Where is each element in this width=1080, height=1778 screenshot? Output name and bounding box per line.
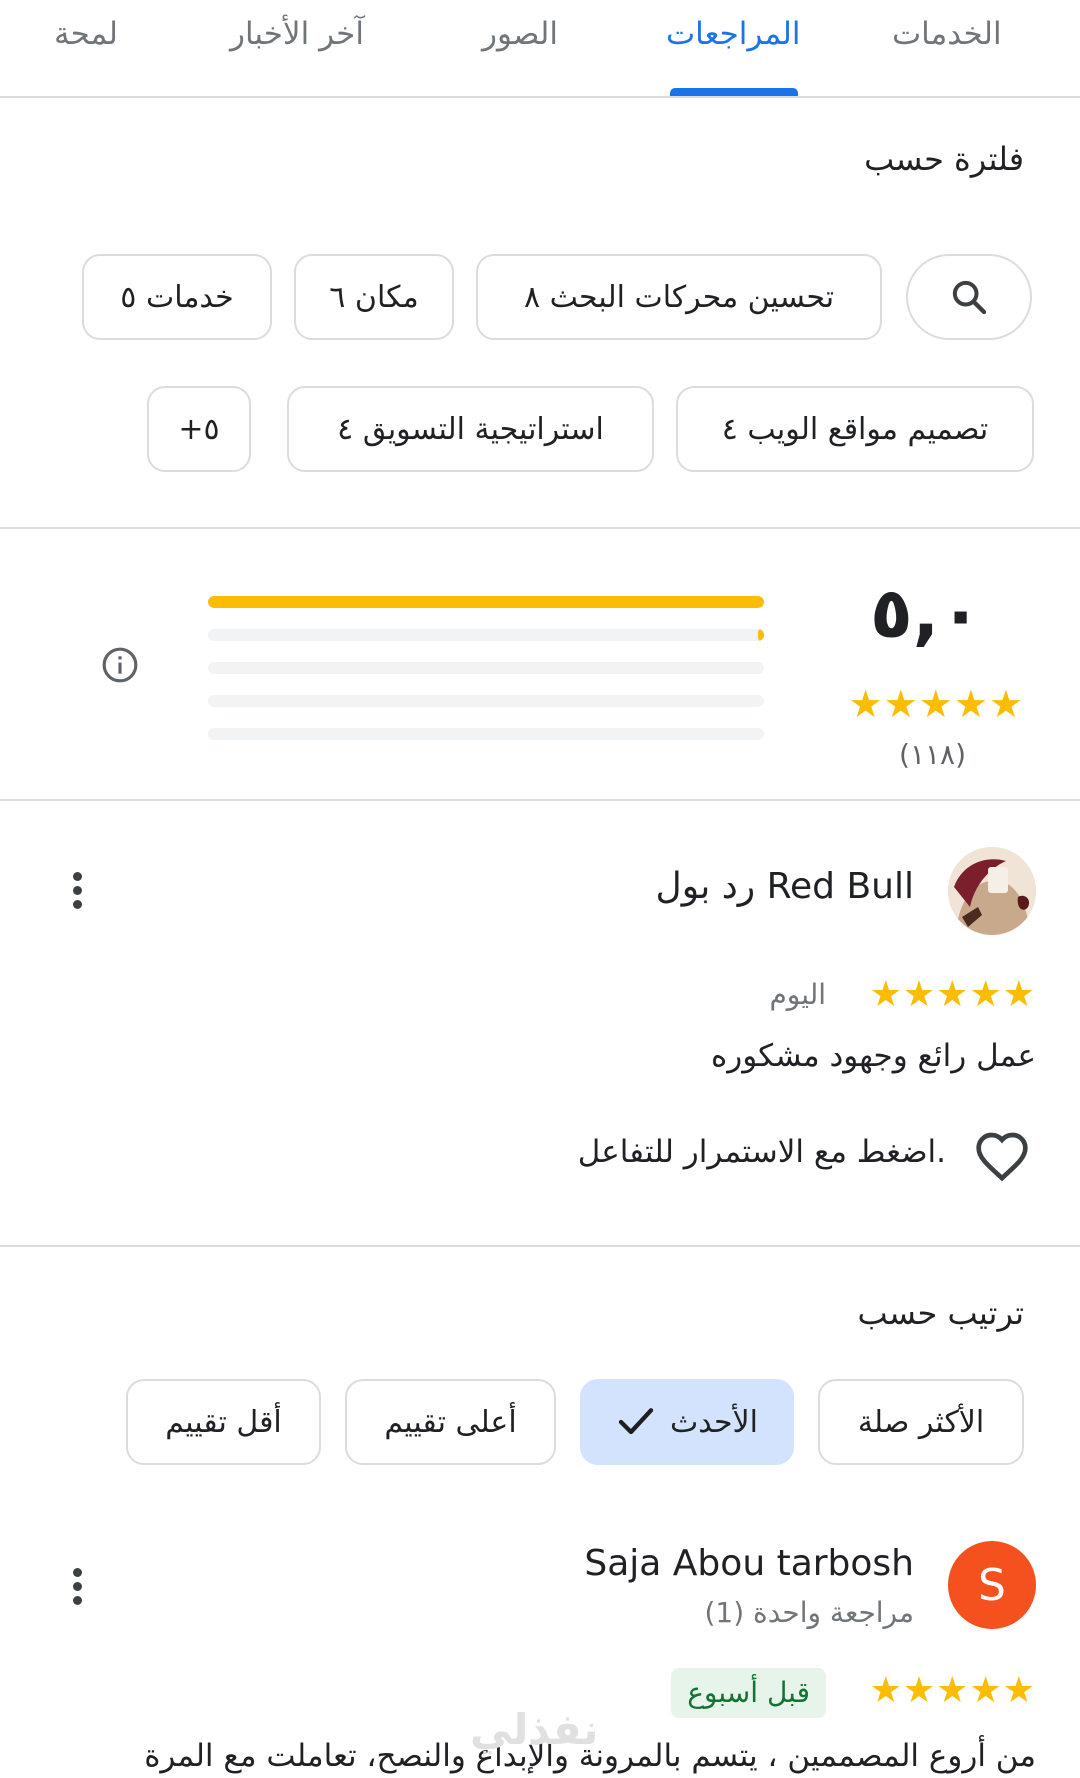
profile-photo — [948, 847, 1036, 935]
reviewer-name[interactable]: رد بول Red Bull — [656, 866, 914, 907]
tab-photos[interactable]: الصور — [482, 6, 558, 62]
review-stars: ★★★★★ — [869, 1670, 1036, 1711]
review-stars: ★★★★★ — [869, 974, 1036, 1015]
avatar[interactable] — [948, 847, 1036, 935]
filter-chip-seo[interactable]: تحسين محركات البحث ٨ — [476, 254, 882, 340]
search-icon — [952, 280, 987, 315]
review-count: (١١٨) — [899, 738, 966, 771]
sort-chip-highest-rating[interactable]: أعلى تقييم — [345, 1379, 556, 1465]
rating-bar-2 — [208, 695, 764, 707]
sort-heading: ترتيب حسب — [857, 1294, 1024, 1332]
reviewer-name[interactable]: Saja Abou tarbosh — [584, 1543, 914, 1584]
check-icon — [618, 1408, 654, 1435]
filter-chip-more[interactable]: +٥ — [147, 386, 251, 472]
tab-overview[interactable]: لمحة — [54, 6, 118, 62]
reaction-hint: اضغط مع الاستمرار للتفاعل. — [577, 1134, 946, 1170]
reviewer-review-count: مراجعة واحدة (1) — [704, 1596, 914, 1629]
filter-chip-place[interactable]: مكان ٦ — [294, 254, 454, 340]
review-date-badge: قبل أسبوع — [671, 1668, 826, 1718]
review-date: اليوم — [769, 978, 826, 1011]
divider — [0, 799, 1080, 801]
divider — [0, 1245, 1080, 1247]
rating-bar-fill — [208, 596, 764, 608]
heart-icon[interactable] — [974, 1130, 1030, 1182]
rating-bar-4 — [208, 629, 764, 641]
sort-chip-label: الأحدث — [670, 1404, 758, 1440]
review-text: عمل رائع وجهود مشكوره — [710, 1038, 1036, 1074]
tab-latest-news[interactable]: آخر الأخبار — [230, 6, 364, 62]
active-tab-indicator — [670, 88, 798, 96]
more-options-icon[interactable] — [62, 1562, 92, 1612]
filter-chip-marketing-strategy[interactable]: استراتيجية التسويق ٤ — [287, 386, 654, 472]
more-options-icon[interactable] — [62, 866, 92, 916]
divider — [0, 527, 1080, 529]
tab-services[interactable]: الخدمات — [892, 6, 1002, 62]
average-rating-stars: ★★★★★ — [848, 682, 1024, 726]
info-icon[interactable] — [101, 646, 139, 684]
search-reviews-button[interactable] — [906, 254, 1032, 340]
average-rating: ٥,٠ — [869, 572, 982, 654]
sort-chip-most-relevant[interactable]: الأكثر صلة — [818, 1379, 1024, 1465]
rating-bar-fill — [758, 629, 764, 641]
rating-bar-3 — [208, 662, 764, 674]
avatar-letter: S — [978, 1559, 1006, 1611]
tab-bar: لمحة آخر الأخبار الصور المراجعات الخدمات — [0, 0, 1080, 98]
filter-chip-web-design[interactable]: تصميم مواقع الويب ٤ — [676, 386, 1034, 472]
rating-bar-5 — [208, 596, 764, 608]
filter-chip-services[interactable]: خدمات ٥ — [82, 254, 272, 340]
rating-bar-1 — [208, 728, 764, 740]
tab-reviews[interactable]: المراجعات — [666, 6, 800, 62]
watermark: نفذلي — [470, 1705, 599, 1754]
sort-chip-lowest-rating[interactable]: أقل تقييم — [126, 1379, 321, 1465]
filter-heading: فلترة حسب — [864, 140, 1024, 178]
avatar[interactable]: S — [948, 1541, 1036, 1629]
sort-chip-newest[interactable]: الأحدث — [580, 1379, 794, 1465]
